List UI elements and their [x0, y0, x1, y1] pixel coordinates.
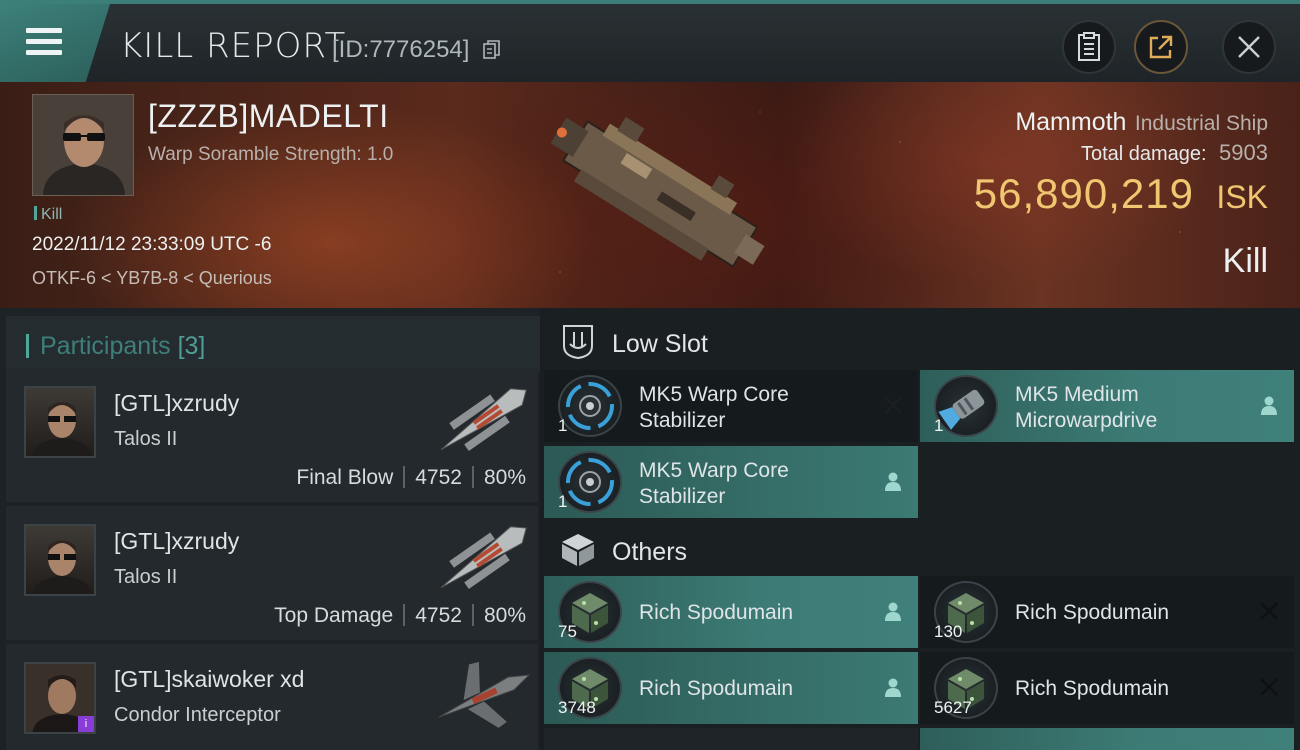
- warp-core-stabilizer-icon: [558, 451, 622, 513]
- others-header: Others: [544, 522, 1300, 578]
- low-slot-icon: [563, 325, 593, 360]
- item-name: Rich Spodumain: [1015, 677, 1170, 700]
- participant-name: [GTL]skaiwoker xd: [114, 666, 305, 692]
- item-card[interactable]: 1 MK5 Warp Core Stabilizer: [544, 446, 918, 518]
- total-damage-value: 5903: [1219, 140, 1268, 165]
- dropped-icon: [885, 602, 901, 621]
- kill-location: OTKF-6 < YB7B-8 < Querious: [32, 268, 272, 288]
- close-button[interactable]: [1222, 20, 1276, 74]
- participant-ship-image: [440, 526, 527, 589]
- item-name: MK5 Warp Core Stabilizer: [639, 459, 789, 508]
- report-document-button[interactable]: [1062, 20, 1116, 74]
- item-quantity: 75: [558, 622, 577, 641]
- total-damage-label: Total damage:: [1080, 143, 1207, 165]
- participant-percent: 80%: [483, 604, 526, 627]
- kill-result: Kill: [1222, 242, 1268, 280]
- copy-icon[interactable]: [483, 40, 501, 60]
- item-card[interactable]: 1 MK5 Medium Microwarpdrive: [920, 370, 1294, 442]
- participant-ship: Talos II: [114, 428, 178, 450]
- participant-ship-image: [440, 388, 527, 451]
- item-quantity: 1: [934, 416, 944, 435]
- item-name: Rich Spodumain: [639, 677, 794, 700]
- others-title: Others: [612, 538, 688, 566]
- participant-name: [GTL]xzrudy: [114, 390, 240, 416]
- victim-subtitle: Warp Soramble Strength: 1.0: [148, 144, 394, 165]
- isk-value: 56,890,219: [973, 170, 1194, 217]
- kill-datetime: 2022/11/12 23:33:09 UTC -6: [32, 234, 272, 255]
- report-id: [ID:7776254]: [332, 36, 470, 63]
- victim-avatar[interactable]: [32, 94, 134, 196]
- item-quantity: 1: [558, 416, 568, 435]
- microwarpdrive-icon: [934, 375, 998, 437]
- dropped-icon: [885, 678, 901, 697]
- page-title: KILL REPORT: [120, 26, 347, 66]
- participant-row[interactable]: i [GTL]skaiwoker xd Condor Interceptor: [6, 644, 538, 750]
- item-quantity: 5627: [934, 698, 972, 717]
- participants-panel: Participants [3] [GTL]xzrudy Talos II Fi…: [0, 308, 540, 750]
- item-card[interactable]: [920, 728, 1294, 750]
- document-icon: [1078, 32, 1100, 61]
- participant-ship: Talos II: [114, 566, 178, 588]
- low-slot-header: Low Slot: [544, 314, 1300, 370]
- participant-avatar[interactable]: [24, 386, 96, 458]
- menu-button[interactable]: [0, 4, 110, 82]
- participant-ship: Condor Interceptor: [114, 704, 281, 726]
- participant-avatar[interactable]: [24, 524, 96, 596]
- item-name: Rich Spodumain: [1015, 601, 1170, 624]
- item-card[interactable]: [544, 728, 918, 750]
- participant-badge: i: [78, 716, 94, 732]
- participant-role: Final Blow: [296, 466, 394, 489]
- item-quantity: 1: [558, 492, 568, 511]
- participant-name: [GTL]xzrudy: [114, 528, 240, 554]
- item-card[interactable]: 75 Rich Spodumain: [544, 576, 918, 648]
- participant-role: Top Damage: [274, 604, 394, 627]
- participants-count: [3]: [177, 332, 206, 360]
- victim-ship-image: [550, 117, 765, 268]
- item-name: Rich Spodumain: [639, 601, 794, 624]
- participant-damage: 4752: [415, 466, 462, 489]
- item-card[interactable]: 130 Rich Spodumain: [920, 576, 1294, 648]
- item-card[interactable]: 1 MK5 Warp Core Stabilizer: [544, 370, 918, 442]
- victim-ship-class: Industrial Ship: [1134, 112, 1268, 135]
- item-quantity: 3748: [558, 698, 596, 717]
- warp-core-stabilizer-icon: [558, 375, 622, 437]
- item-quantity: 130: [934, 622, 963, 641]
- item-name: MK5 Warp Core Stabilizer: [639, 383, 789, 432]
- share-icon: [1149, 35, 1173, 59]
- participant-damage: 4752: [415, 604, 462, 627]
- participant-avatar[interactable]: i: [24, 662, 96, 734]
- item-name: MK5 Medium Microwarpdrive: [1015, 383, 1158, 432]
- hamburger-icon: [26, 28, 62, 56]
- top-bar: KILL REPORT [ID:7776254]: [0, 0, 1300, 82]
- victim-ship-name[interactable]: Mammoth: [1015, 108, 1126, 136]
- participants-title: Participants: [40, 332, 171, 360]
- item-card[interactable]: 3748 Rich Spodumain: [544, 652, 918, 724]
- participant-row[interactable]: [GTL]xzrudy Talos II Top Damage 4752 80%: [6, 506, 538, 640]
- isk-unit: ISK: [1216, 179, 1268, 215]
- destroyed-icon: [884, 396, 902, 414]
- dropped-icon: [885, 472, 901, 491]
- destroyed-icon: [1260, 678, 1278, 696]
- items-panel: Low Slot 1 MK5 Warp Core Stabilizer 1 MK…: [544, 308, 1300, 750]
- item-card[interactable]: 5627 Rich Spodumain: [920, 652, 1294, 724]
- participant-percent: 80%: [483, 466, 526, 489]
- dropped-icon: [1261, 396, 1277, 415]
- victim-name: [ZZZB]MADELTI: [148, 98, 389, 134]
- destroyed-icon: [1260, 602, 1278, 620]
- participant-row[interactable]: [GTL]xzrudy Talos II Final Blow 4752 80%: [6, 368, 538, 502]
- close-icon: [1238, 36, 1260, 58]
- cargo-box-icon: [562, 534, 594, 566]
- victim-banner: [ZZZB]MADELTI Warp Soramble Strength: 1.…: [0, 82, 1300, 308]
- participants-header: Participants [3]: [6, 316, 540, 372]
- share-button[interactable]: [1134, 20, 1188, 74]
- kill-tag: Kill: [34, 206, 62, 224]
- low-slot-title: Low Slot: [612, 330, 708, 358]
- participant-ship-image: [438, 662, 531, 728]
